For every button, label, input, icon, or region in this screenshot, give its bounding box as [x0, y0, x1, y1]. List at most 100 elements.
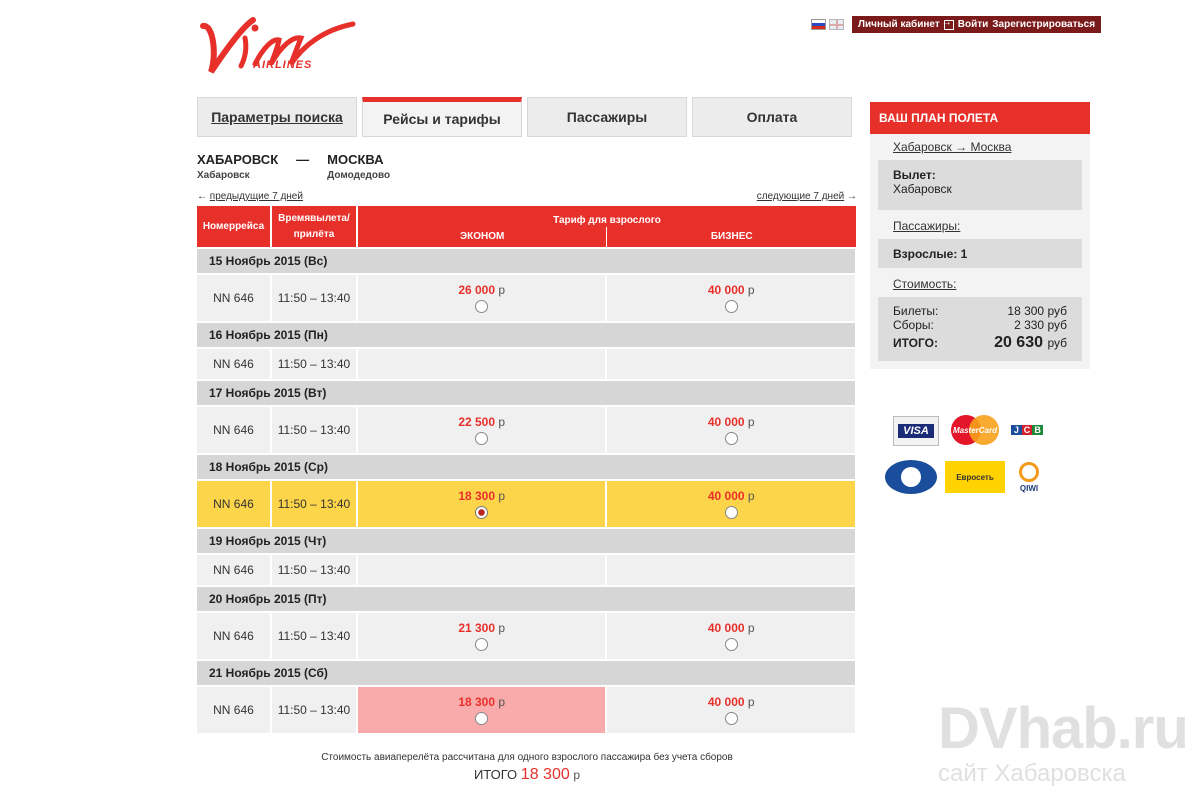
fares-cell: 22 500 р 40 000 р	[356, 405, 858, 454]
business-fare-radio[interactable]	[724, 712, 738, 725]
next-week-nav[interactable]: следующие 7 дней →	[757, 191, 857, 202]
route-dash: —	[296, 152, 310, 167]
business-amount: 40 000	[707, 695, 745, 709]
business-cell: 40 000 р	[606, 613, 855, 659]
econom-fare-radio[interactable]	[475, 638, 489, 651]
col-flight-number: Номеррейса	[197, 206, 272, 248]
watermark: DVhab.ru сайт Хабаровска	[938, 700, 1189, 788]
econom-fare-radio[interactable]	[475, 300, 489, 313]
route-summary: ХАБАРОВСК Хабаровск — МОСКВА Домодедово	[197, 152, 390, 181]
departure-value: Хабаровск	[893, 182, 952, 196]
date-label: 21 Ноябрь 2015 (Сб)	[197, 659, 857, 686]
booking-steps-tabs: Параметры поиска Рейсы и тарифы Пассажир…	[197, 97, 852, 137]
price-footnote: Стоимость авиаперелёта рассчитана для од…	[321, 752, 733, 763]
econom-amount: 18 300	[458, 695, 496, 709]
flight-number: NN 646	[197, 347, 272, 380]
prev-week-link[interactable]: предыдущие 7 дней	[210, 191, 303, 202]
top-bar: Личный кабинет Войти Зарегистрироваться	[811, 16, 1102, 33]
plan-passengers-link[interactable]: Пассажиры:	[870, 210, 1090, 239]
flight-number: NN 646	[197, 685, 272, 733]
econom-cell: 18 300 р	[357, 481, 608, 527]
tab-label: Пассажиры	[566, 109, 648, 125]
econom-cell: 18 300 р	[357, 687, 608, 733]
jcb-j: J	[1011, 425, 1022, 435]
business-cell: 40 000 р	[606, 687, 855, 733]
origin-airport: Хабаровск	[197, 170, 250, 181]
tab-flights-tariffs[interactable]: Рейсы и тарифы	[362, 97, 522, 137]
econom-price: 26 000 р	[458, 283, 505, 297]
date-row: 17 Ноябрь 2015 (Вт)	[197, 379, 857, 406]
econom-amount: 26 000	[458, 283, 496, 297]
flights-table-body: 15 Ноябрь 2015 (Вс) NN 646 11:50 – 13:40 26…	[197, 247, 858, 733]
business-fare-radio[interactable]	[724, 506, 738, 519]
flight-row: NN 646 11:50 – 13:40	[197, 347, 858, 380]
business-fare-radio[interactable]	[724, 638, 738, 651]
econom-fare-radio[interactable]	[475, 712, 489, 725]
econom-cell: 21 300 р	[357, 613, 608, 659]
currency: р	[498, 489, 506, 503]
business-fare-radio[interactable]	[724, 432, 738, 445]
tab-payment[interactable]: Оплата	[692, 97, 852, 137]
econom-price: 18 300 р	[458, 695, 505, 709]
econom-cell: 26 000 р	[357, 275, 608, 321]
prev-week-nav[interactable]: ← предыдущие 7 дней	[197, 191, 303, 202]
date-row: 18 Ноябрь 2015 (Ср)	[197, 453, 857, 480]
date-label: 15 Ноябрь 2015 (Вс)	[197, 247, 857, 274]
col-business: БИЗНЕС	[606, 226, 856, 247]
fares-cell	[356, 553, 858, 586]
econom-fare-radio[interactable]	[475, 506, 489, 519]
tab-search-params[interactable]: Параметры поиска	[197, 97, 357, 137]
currency: р	[498, 621, 506, 635]
date-label: 17 Ноябрь 2015 (Вт)	[197, 379, 857, 406]
vim-airlines-logo[interactable]: AIRLINES	[193, 14, 358, 80]
business-cell	[606, 555, 855, 585]
fares-cell: 21 300 р 40 000 р	[356, 611, 858, 660]
fees-label: Сборы:	[893, 318, 934, 332]
date-label: 20 Ноябрь 2015 (Пт)	[197, 585, 857, 612]
business-fare-radio[interactable]	[724, 300, 738, 313]
date-row: 19 Ноябрь 2015 (Чт)	[197, 527, 857, 554]
english-flag-icon[interactable]	[829, 19, 844, 30]
flight-time: 11:50 – 13:40	[270, 405, 358, 454]
econom-amount: 18 300	[458, 489, 496, 503]
plan-total-amount: 20 630	[994, 334, 1043, 351]
visa-logo-icon: VISA	[893, 416, 939, 446]
total-value: 18 300	[520, 766, 570, 783]
plan-cost-link[interactable]: Стоимость:	[870, 268, 1090, 297]
plan-total-row: ИТОГО: 20 630 руб	[893, 334, 1067, 352]
flight-time: 11:50 – 13:40	[270, 553, 358, 586]
tab-label: Оплата	[746, 109, 798, 125]
flight-plan-title: ВАШ ПЛАН ПОЛЕТА	[870, 102, 1090, 134]
watermark-caption: сайт Хабаровска	[938, 760, 1126, 787]
date-row: 21 Ноябрь 2015 (Сб)	[197, 659, 857, 686]
flight-time: 11:50 – 13:40	[270, 479, 358, 528]
date-label: 19 Ноябрь 2015 (Чт)	[197, 527, 857, 554]
fees-row: Сборы: 2 330 руб	[893, 318, 1067, 332]
tab-passengers[interactable]: Пассажиры	[527, 97, 687, 137]
date-label: 18 Ноябрь 2015 (Ср)	[197, 453, 857, 480]
flight-row: NN 646 11:50 – 13:40 18 300 р 40 000 р	[197, 685, 858, 733]
econom-fare-radio[interactable]	[475, 432, 489, 445]
business-price: 40 000 р	[708, 621, 755, 635]
col-econom: ЭКОНОМ	[460, 231, 505, 243]
flight-time: 11:50 – 13:40	[270, 611, 358, 660]
econom-cell	[357, 555, 608, 585]
russian-flag-icon[interactable]	[811, 19, 826, 30]
business-price: 40 000 р	[708, 489, 755, 503]
plan-route-link[interactable]: Хабаровск → Москва	[870, 134, 1090, 160]
currency: р	[747, 415, 755, 429]
total-currency: р	[573, 768, 581, 782]
next-week-link[interactable]: следующие 7 дней	[757, 191, 845, 202]
login-link[interactable]: Войти	[958, 19, 989, 30]
fares-cell: 18 300 р 40 000 р	[356, 685, 858, 733]
econom-cell: 22 500 р	[357, 407, 608, 453]
jcb-b: B	[1032, 425, 1044, 435]
account-link[interactable]: Личный кабинет	[858, 19, 940, 30]
fares-cell	[356, 347, 858, 380]
register-link[interactable]: Зарегистрироваться	[992, 19, 1095, 30]
date-label: 16 Ноябрь 2015 (Пн)	[197, 321, 857, 348]
econom-price: 22 500 р	[458, 415, 505, 429]
date-row: 16 Ноябрь 2015 (Пн)	[197, 321, 857, 348]
flight-row: NN 646 11:50 – 13:40 22 500 р 40 000 р	[197, 405, 858, 454]
plan-passengers-box: Взрослые: 1	[878, 239, 1082, 268]
